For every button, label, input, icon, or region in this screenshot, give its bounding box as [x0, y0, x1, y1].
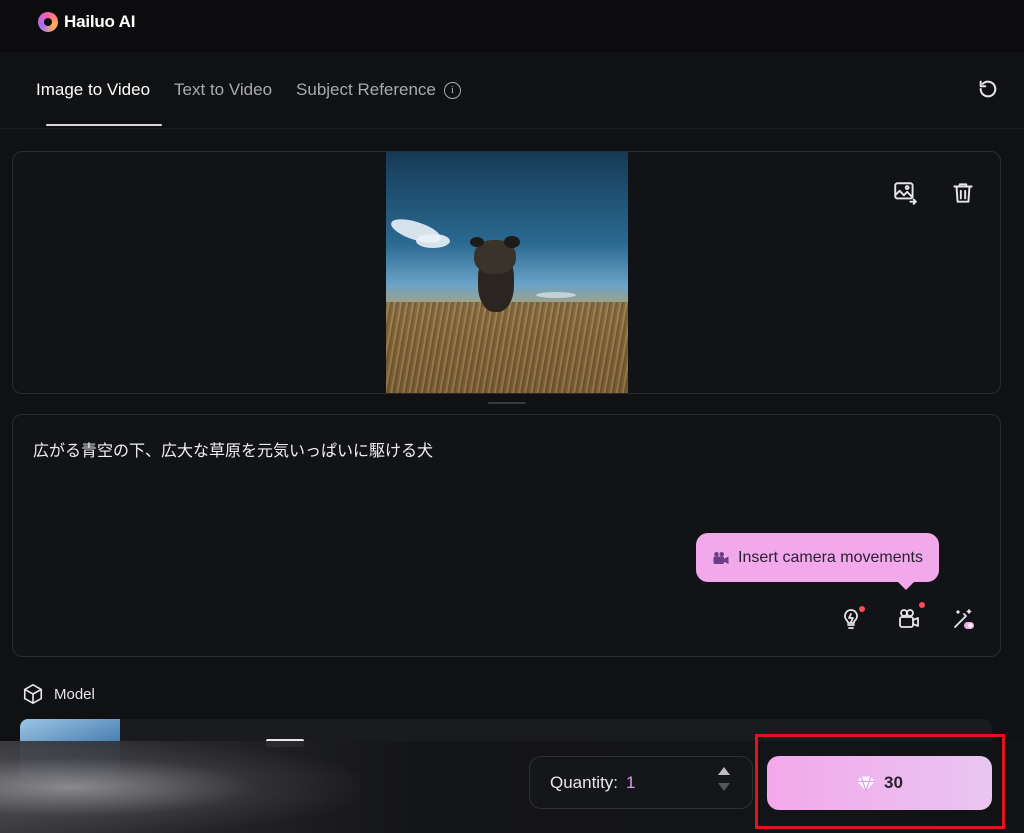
- camera-icon[interactable]: [897, 607, 921, 631]
- quantity-arrows: [718, 767, 730, 791]
- logo[interactable]: Hailuo AI: [38, 12, 135, 32]
- tooltip-text: Insert camera movements: [738, 548, 923, 566]
- quantity-decrease-icon[interactable]: [718, 783, 730, 791]
- quantity-stepper[interactable]: Quantity: 1: [529, 756, 753, 809]
- top-bar: Hailuo AI: [0, 0, 1024, 52]
- trash-icon[interactable]: [950, 180, 976, 206]
- refresh-icon[interactable]: [977, 78, 999, 100]
- header-divider: [0, 128, 1024, 129]
- quantity-value: 1: [626, 772, 636, 792]
- generate-highlight-box: [755, 734, 1005, 829]
- camera-movement-tooltip: Insert camera movements: [696, 533, 939, 590]
- active-tab-underline: [46, 124, 162, 126]
- hailuo-logo-icon: [38, 12, 58, 32]
- model-label: Model: [54, 685, 95, 703]
- model-section-header: Model: [22, 683, 95, 705]
- camera-notification-dot: [919, 602, 925, 608]
- tab-text-to-video[interactable]: Text to Video: [174, 80, 272, 100]
- magic-wand-icon[interactable]: [951, 607, 975, 631]
- movie-camera-icon: [713, 551, 729, 564]
- replace-image-icon[interactable]: [892, 180, 918, 206]
- prompt-text[interactable]: 広がる青空の下、広大な草原を元気いっぱいに駆ける犬: [33, 437, 433, 461]
- lightbulb-notification-dot: [859, 606, 865, 612]
- tab-subject-reference[interactable]: Subject Reference i: [296, 80, 461, 100]
- tab-subject-reference-label: Subject Reference: [296, 80, 436, 99]
- uploaded-image: [386, 152, 628, 393]
- cube-icon: [23, 684, 43, 704]
- blurred-overlay: [0, 741, 360, 833]
- prompt-panel[interactable]: 広がる青空の下、広大な草原を元気いっぱいに駆ける犬 Insert camera …: [12, 414, 1001, 657]
- logo-text: Hailuo AI: [64, 12, 136, 31]
- quantity-increase-icon[interactable]: [718, 767, 730, 775]
- quantity-label: Quantity:: [550, 772, 619, 792]
- panel-resize-handle[interactable]: [488, 402, 526, 404]
- mode-tabs: Image to Video Text to Video Subject Ref…: [36, 80, 461, 100]
- image-upload-panel[interactable]: [12, 151, 1001, 394]
- tab-image-to-video[interactable]: Image to Video: [36, 80, 150, 100]
- info-icon[interactable]: i: [443, 81, 461, 99]
